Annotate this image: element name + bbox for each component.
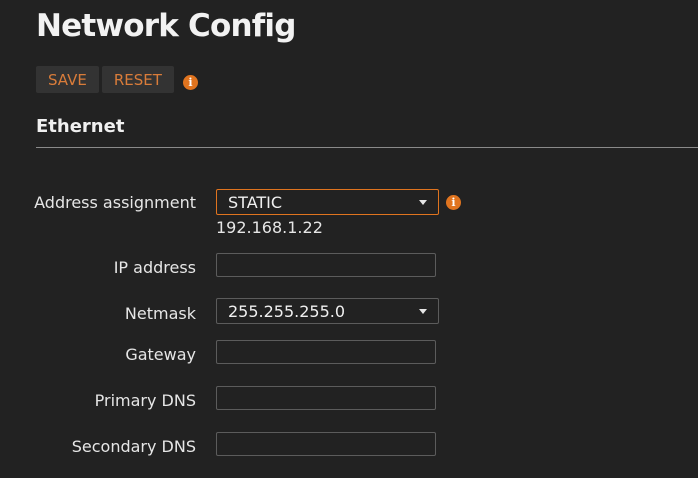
page-title: Network Config (36, 8, 296, 44)
gateway-field[interactable] (216, 340, 436, 364)
current-ip-address: 192.168.1.22 (216, 218, 323, 237)
ip-address-field[interactable] (216, 253, 436, 277)
secondary-dns-label: Secondary DNS (71, 437, 196, 456)
primary-dns-label: Primary DNS (94, 391, 196, 410)
gateway-label: Gateway (125, 345, 196, 364)
network-config-page: Network Config SAVE RESET i Ethernet Add… (0, 0, 698, 478)
info-icon[interactable]: i (182, 75, 198, 90)
save-button[interactable]: SAVE (36, 66, 99, 93)
primary-dns-field[interactable] (216, 386, 436, 410)
toolbar: SAVE RESET i (36, 66, 198, 93)
chevron-down-icon (419, 199, 427, 205)
chevron-down-icon (419, 308, 427, 314)
section-divider (36, 147, 698, 148)
info-icon[interactable]: i (446, 195, 461, 210)
netmask-label: Netmask (124, 304, 196, 323)
address-assignment-select[interactable]: STATIC (216, 189, 439, 215)
netmask-select[interactable]: 255.255.255.0 (216, 298, 439, 324)
ip-address-label: IP address (113, 258, 196, 277)
address-assignment-label: Address assignment (34, 193, 196, 212)
secondary-dns-field[interactable] (216, 432, 436, 456)
section-title: Ethernet (36, 116, 125, 137)
address-assignment-value: STATIC (228, 192, 283, 212)
reset-button[interactable]: RESET (101, 66, 174, 93)
netmask-value: 255.255.255.0 (228, 301, 346, 321)
